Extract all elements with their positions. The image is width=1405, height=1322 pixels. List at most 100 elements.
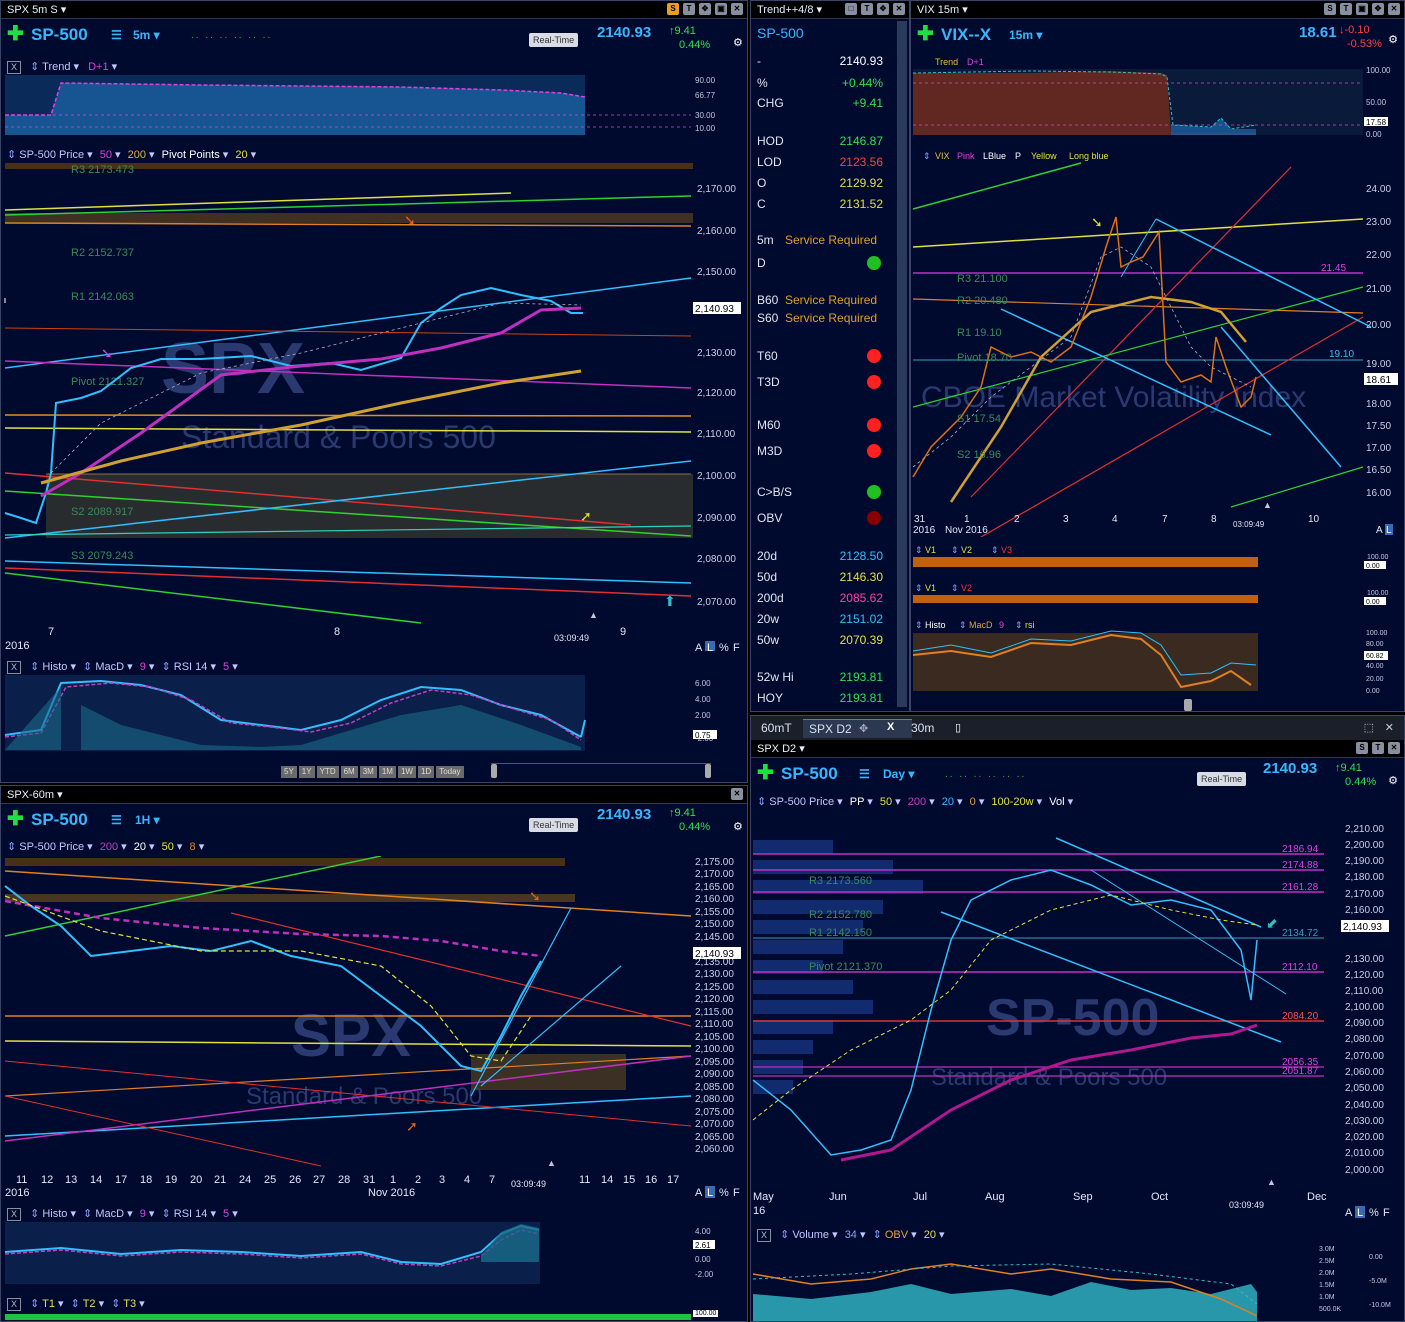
watchlist-row[interactable]: OBV xyxy=(757,508,891,528)
toolbar-icon[interactable]: T xyxy=(683,3,695,15)
range-6m-button[interactable]: 6M xyxy=(340,766,358,778)
move-icon[interactable]: ✥ xyxy=(699,3,711,15)
close-icon[interactable]: ✕ xyxy=(731,3,743,15)
range-1w-button[interactable]: 1W xyxy=(397,766,416,778)
scroll-handle-right[interactable] xyxy=(705,764,711,778)
watchlist-row[interactable]: 50d 2146.30 xyxy=(757,567,891,587)
t-strip[interactable]: X ⇕ T1 ▾ ⇕ T2 ▾ ⇕ T3 ▾ xyxy=(1,1296,747,1312)
close-icon[interactable]: ✕ xyxy=(1388,742,1400,754)
sync-icon[interactable]: S xyxy=(1356,742,1368,754)
close-tab-icon[interactable]: X xyxy=(887,721,894,733)
list-icon[interactable]: ☰ xyxy=(111,28,122,42)
scroll-handle[interactable] xyxy=(1184,699,1192,711)
window-title-bar[interactable]: Trend++4/8 ▾ □ T ✥ ✕ xyxy=(751,1,909,19)
watchlist-row[interactable]: - 2140.93 xyxy=(757,51,891,71)
settings-gear-icon[interactable]: ⚙ xyxy=(1388,774,1398,787)
watchlist-row[interactable]: 200d 2085.62 xyxy=(757,588,891,608)
maximize-icon[interactable]: ▣ xyxy=(715,3,727,15)
volume-strip[interactable]: X ⇕ Volume ▾ 34 ▾ ⇕ OBV ▾ 20 ▾ xyxy=(751,1227,1404,1243)
list-icon[interactable]: ☰ xyxy=(111,813,122,827)
timeframe-select[interactable]: Day ▾ xyxy=(883,767,914,781)
toolbar-icon[interactable]: T xyxy=(861,3,873,15)
toolbar-icon[interactable]: T xyxy=(1340,3,1352,15)
macd-strip[interactable]: X ⇕ Histo ▾ ⇕ MacD ▾ 9 ▾ ⇕ RSI 14 ▾ 5 ▾ xyxy=(1,659,747,675)
price-strip[interactable]: ⇕ SP-500 Price ▾ 50 ▾ 200 ▾ Pivot Points… xyxy=(1,147,747,163)
close-pane-icon[interactable]: X xyxy=(7,661,21,674)
watchlist-row[interactable]: B60 Service Required xyxy=(757,290,891,310)
watchlist-row[interactable]: LOD 2123.56 xyxy=(757,152,891,172)
close-pane-icon[interactable]: X xyxy=(7,61,21,74)
sync-icon[interactable]: S xyxy=(1324,3,1336,15)
symbol-label[interactable]: SP-500 xyxy=(781,764,838,784)
watchlist-row[interactable]: 5m Service Required xyxy=(757,230,891,250)
watchlist-row[interactable]: S60 Service Required xyxy=(757,308,891,328)
watchlist-row[interactable]: D xyxy=(757,253,891,273)
add-icon[interactable]: ✚ xyxy=(757,763,774,783)
scroll-handle-left[interactable] xyxy=(491,764,497,778)
watchlist-row[interactable]: 50w 2070.39 xyxy=(757,630,891,650)
watchlist-scrollbar[interactable] xyxy=(897,21,907,707)
watchlist-row[interactable]: % +0.44% xyxy=(757,73,891,93)
price-strip[interactable]: ⇕ SP-500 Price ▾ PP ▾ 50 ▾ 200 ▾ 20 ▾ 0 … xyxy=(751,794,1404,810)
symbol-label[interactable]: SP-500 xyxy=(31,25,88,45)
checkbox-icon[interactable]: □ xyxy=(845,3,857,15)
toolbar-icon[interactable]: T xyxy=(1372,742,1384,754)
sync-icon[interactable]: S xyxy=(667,3,679,15)
watchlist-row[interactable]: 20d 2128.50 xyxy=(757,546,891,566)
range-5y-button[interactable]: 5Y xyxy=(281,766,297,778)
timeframe-select[interactable]: 15m ▾ xyxy=(1009,28,1042,42)
watchlist-row[interactable]: HOD 2146.87 xyxy=(757,131,891,151)
timeframe-select[interactable]: 1H ▾ xyxy=(135,813,160,827)
settings-gear-icon[interactable]: ⚙ xyxy=(733,36,743,49)
scrollbar[interactable] xyxy=(491,763,711,778)
macd-strip[interactable]: X ⇕ Histo ▾ ⇕ MacD ▾ 9 ▾ ⇕ RSI 14 ▾ 5 ▾ xyxy=(1,1206,747,1222)
watchlist-row[interactable]: C>B/S xyxy=(757,482,891,502)
add-icon[interactable]: ✚ xyxy=(7,809,24,829)
window-title-bar[interactable]: SPX 5m S ▾ S T ✥ ▣ ✕ xyxy=(1,1,747,19)
move-icon[interactable]: ✥ xyxy=(877,3,889,15)
close-icon[interactable]: ✕ xyxy=(731,788,743,800)
move-icon[interactable]: ✥ xyxy=(1372,3,1384,15)
tab-60mt[interactable]: 60mT xyxy=(755,719,798,737)
watchlist-row[interactable]: CHG +9.41 xyxy=(757,93,891,113)
tab-30m[interactable]: 30m xyxy=(905,719,940,737)
watchlist-row[interactable]: T60 xyxy=(757,346,891,366)
move-icon[interactable]: ✥ xyxy=(859,722,868,735)
range-3m-button[interactable]: 3M xyxy=(359,766,377,778)
layout-icon[interactable]: ⬚ xyxy=(1364,721,1374,734)
trend-strip[interactable]: X ⇕ Trend ▾ D+1 ▾ xyxy=(1,59,747,75)
settings-gear-icon[interactable]: ⚙ xyxy=(1388,33,1398,46)
close-pane-icon[interactable]: X xyxy=(7,1208,21,1221)
close-icon[interactable]: ✕ xyxy=(893,3,905,15)
window-title-bar[interactable]: SPX D2 ▾ S T ✕ xyxy=(751,740,1404,758)
price-strip[interactable]: ⇕ SP-500 Price ▾ 200 ▾ 20 ▾ 50 ▾ 8 ▾ xyxy=(1,839,747,855)
list-icon[interactable]: ☰ xyxy=(859,767,870,781)
window-title-bar[interactable]: SPX-60m ▾ ✕ xyxy=(1,786,747,804)
symbol-label[interactable]: SP-500 xyxy=(31,810,88,830)
close-pane-icon[interactable]: X xyxy=(7,1298,21,1311)
watchlist-row[interactable]: 20w 2151.02 xyxy=(757,609,891,629)
add-icon[interactable]: ✚ xyxy=(917,24,934,44)
symbol-label[interactable]: VIX--X xyxy=(941,25,991,45)
window-title-bar[interactable]: VIX 15m ▾ S T ▣ ✥ ✕ xyxy=(911,1,1404,19)
close-icon[interactable]: ✕ xyxy=(1388,3,1400,15)
add-icon[interactable]: ✚ xyxy=(7,24,24,44)
new-tab-icon[interactable]: ▯ xyxy=(955,721,961,734)
range-ytd-button[interactable]: YTD xyxy=(316,766,339,778)
watchlist-row[interactable]: O 2129.92 xyxy=(757,173,891,193)
watchlist-row[interactable]: M60 xyxy=(757,415,891,435)
watchlist-row[interactable]: HOY 2193.81 xyxy=(757,688,891,708)
maximize-icon[interactable]: ▣ xyxy=(1356,3,1368,15)
range-today-button[interactable]: Today xyxy=(436,766,464,778)
timeframe-select[interactable]: 5m ▾ xyxy=(133,28,160,42)
close-pane-icon[interactable]: X xyxy=(757,1229,771,1242)
watchlist-row[interactable]: T3D xyxy=(757,372,891,392)
watchlist-row[interactable]: M3D xyxy=(757,441,891,461)
settings-gear-icon[interactable]: ⚙ xyxy=(733,820,743,833)
watchlist-row[interactable]: 52w Hi 2193.81 xyxy=(757,667,891,687)
watchlist-row[interactable]: C 2131.52 xyxy=(757,194,891,214)
tab-spx-d2[interactable]: SPX D2 xyxy=(803,719,912,738)
range-1y-button[interactable]: 1Y xyxy=(298,766,315,778)
range-1d-button[interactable]: 1D xyxy=(417,766,435,778)
range-1m-button[interactable]: 1M xyxy=(378,766,396,778)
